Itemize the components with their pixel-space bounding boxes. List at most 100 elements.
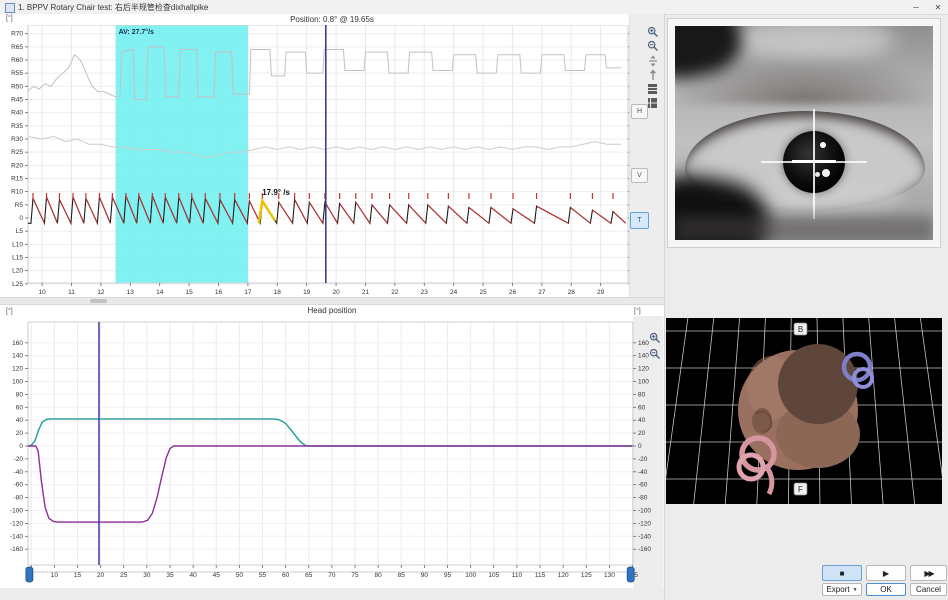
tracking-crosshair-center [792, 160, 836, 163]
svg-text:-20: -20 [14, 456, 24, 463]
svg-text:R60: R60 [11, 57, 23, 64]
svg-text:R40: R40 [11, 110, 23, 117]
svg-text:60: 60 [282, 572, 290, 579]
svg-text:R70: R70 [11, 31, 23, 38]
svg-text:26: 26 [509, 289, 517, 296]
svg-text:R45: R45 [11, 97, 23, 104]
svg-text:-120: -120 [638, 520, 651, 527]
svg-text:35: 35 [166, 572, 174, 579]
export-caret-icon: ▼ [853, 587, 858, 593]
zoom-in-icon-bottom[interactable] [648, 331, 661, 344]
svg-text:-40: -40 [14, 469, 24, 476]
svg-text:25: 25 [120, 572, 128, 579]
svg-text:120: 120 [12, 366, 23, 373]
svg-text:-140: -140 [10, 533, 23, 540]
svg-text:-120: -120 [10, 520, 23, 527]
stop-button[interactable]: ■ [822, 565, 862, 581]
svg-text:160: 160 [12, 340, 23, 347]
eye-camera-panel [667, 18, 941, 248]
svg-text:140: 140 [12, 353, 23, 360]
svg-text:L15: L15 [12, 254, 23, 261]
svg-text:120: 120 [638, 366, 649, 373]
svg-text:L20: L20 [12, 268, 23, 275]
svg-text:11: 11 [68, 289, 75, 296]
cancel-button[interactable]: Cancel [910, 583, 947, 596]
svg-text:28: 28 [568, 289, 576, 296]
export-label: Export [826, 585, 849, 594]
v-axis-button[interactable]: V [631, 168, 648, 183]
svg-text:R15: R15 [11, 176, 23, 183]
svg-text:24: 24 [450, 289, 458, 296]
export-button[interactable]: Export ▼ [822, 583, 862, 596]
play-button[interactable]: ▶ [866, 565, 906, 581]
svg-text:85: 85 [398, 572, 406, 579]
svg-text:100: 100 [465, 572, 476, 579]
svg-text:130: 130 [604, 572, 615, 579]
svg-text:R55: R55 [11, 70, 23, 77]
ok-button[interactable]: OK [866, 583, 906, 596]
head-3d-view[interactable]: B F [666, 318, 942, 504]
splitter-handle[interactable] [90, 299, 107, 303]
svg-text:-140: -140 [638, 533, 651, 540]
svg-text:16: 16 [215, 289, 223, 296]
svg-text:110: 110 [512, 572, 523, 579]
head-crown [778, 344, 858, 424]
svg-text:40: 40 [16, 417, 24, 424]
svg-text:60: 60 [638, 404, 646, 411]
svg-text:-40: -40 [638, 469, 648, 476]
svg-text:50: 50 [236, 572, 244, 579]
minimize-button[interactable]: ─ [906, 0, 926, 14]
svg-text:20: 20 [638, 430, 646, 437]
svg-text:27: 27 [538, 289, 546, 296]
head-position-chart[interactable]: 5101520253035404550556065707580859095100… [0, 316, 664, 588]
svg-text:10: 10 [38, 289, 46, 296]
fast-forward-button[interactable]: ▶▶ [910, 565, 947, 581]
zoom-out-icon[interactable] [646, 39, 659, 52]
head-3d-panel: B F [666, 318, 942, 504]
av-highlight-region[interactable] [116, 25, 248, 283]
application-window: 1. BPPV Rotary Chair test: 右后半规管检查dixhal… [0, 0, 948, 600]
svg-text:15: 15 [185, 289, 193, 296]
lower-shadow [675, 216, 933, 240]
svg-text:20: 20 [332, 289, 340, 296]
svg-text:R10: R10 [11, 189, 23, 196]
zoom-out-icon-bottom[interactable] [648, 347, 661, 360]
t-axis-button[interactable]: T [630, 212, 649, 229]
zoom-in-icon[interactable] [646, 25, 659, 38]
svg-text:100: 100 [638, 379, 649, 386]
degree-unit-bottom-left: [°] [6, 308, 13, 315]
svg-text:55: 55 [259, 572, 267, 579]
h-axis-button[interactable]: H [631, 104, 648, 119]
titlebar: 1. BPPV Rotary Chair test: 右后半规管检查dixhal… [0, 0, 948, 15]
svg-text:AV: 27.7°/s: AV: 27.7°/s [119, 28, 154, 36]
degree-unit-top: [°] [6, 15, 13, 22]
chart-splitter[interactable] [0, 297, 664, 305]
svg-text:17.9° /s: 17.9° /s [262, 188, 290, 197]
data-table-icon[interactable] [646, 82, 659, 95]
head-position-panel: Head position [°] [°] 510152025303540455… [0, 305, 664, 588]
svg-text:75: 75 [351, 572, 359, 579]
svg-text:R20: R20 [11, 162, 23, 169]
position-chart[interactable]: AV: 27.7°/s10111213141516171819202122232… [0, 25, 630, 297]
svg-text:R5: R5 [15, 202, 24, 209]
svg-text:80: 80 [375, 572, 383, 579]
pan-up-icon[interactable] [646, 68, 659, 81]
svg-text:10: 10 [51, 572, 59, 579]
panel-divider [664, 14, 665, 600]
close-button[interactable]: ✕ [928, 0, 948, 14]
svg-text:-100: -100 [638, 508, 651, 515]
svg-text:70: 70 [328, 572, 336, 579]
top-chart-toolbar: H V T [629, 14, 664, 297]
svg-text:0: 0 [19, 215, 23, 222]
left-canal-tail [766, 466, 772, 494]
svg-text:22: 22 [391, 289, 399, 296]
svg-text:80: 80 [16, 391, 24, 398]
range-slider-right[interactable] [627, 567, 634, 582]
fit-vertical-icon[interactable] [646, 54, 659, 67]
eye-camera-image [675, 26, 933, 240]
range-slider-left[interactable] [26, 567, 33, 582]
svg-text:15: 15 [74, 572, 82, 579]
svg-text:-60: -60 [638, 482, 648, 489]
svg-text:R25: R25 [11, 149, 23, 156]
corneal-reflection-1 [820, 142, 826, 148]
